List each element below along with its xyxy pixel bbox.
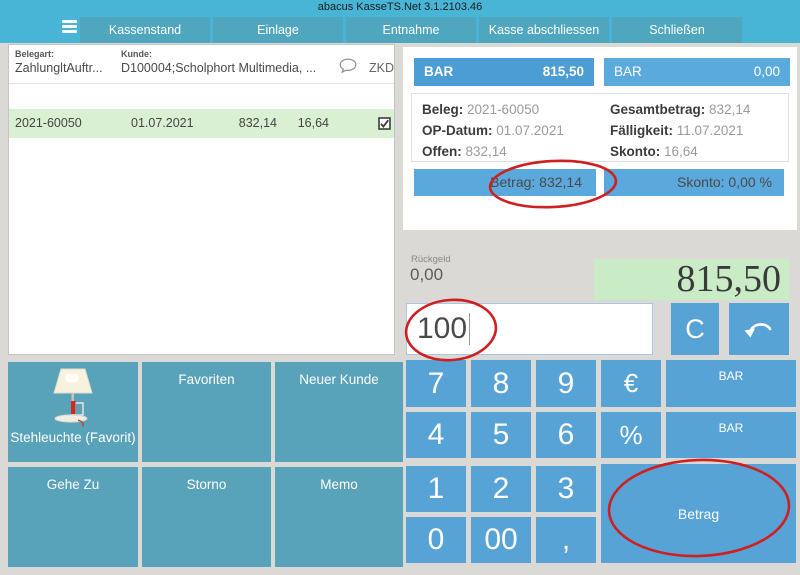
comment-bubble-icon[interactable] xyxy=(339,58,357,79)
menu-button-kassenstand[interactable]: Kassenstand xyxy=(80,17,210,43)
info-op-datum: OP-Datum: 01.07.2021 xyxy=(422,120,564,141)
shortcut-stehleuchte-button[interactable]: Stehleuchte (Favorit) xyxy=(8,362,138,462)
kunde-value: D100004;Scholphort Multimedia, ... xyxy=(121,61,316,75)
numpad-key-6[interactable]: 6 xyxy=(536,412,596,458)
shortcut-neuer-kunde-button[interactable]: Neuer Kunde xyxy=(275,362,403,462)
bar-payment-button-bottom[interactable]: BAR xyxy=(666,412,796,458)
menu-button-entnahme[interactable]: Entnahme xyxy=(346,17,476,43)
document-row[interactable]: 2021-60050 01.07.2021 832,14 16,64 xyxy=(9,109,394,138)
numpad-key-5[interactable]: 5 xyxy=(471,412,531,458)
text-cursor xyxy=(469,313,470,345)
menu-button-kasse-abschliessen[interactable]: Kasse abschliessen xyxy=(479,17,609,43)
pos-app-window: abacus KasseTS.Net 3.1.2103.46 Kassensta… xyxy=(0,0,800,575)
numpad-key-3[interactable]: 3 xyxy=(536,466,596,512)
row-beleg: 2021-60050 xyxy=(15,116,82,130)
info-label: Gesamtbetrag: xyxy=(610,102,705,117)
shortcut-label: Neuer Kunde xyxy=(275,362,403,387)
numpad-key-comma[interactable]: , xyxy=(536,517,596,563)
row-datum: 01.07.2021 xyxy=(131,116,194,130)
shortcut-label: Stehleuchte (Favorit) xyxy=(8,430,138,445)
belegart-label: Belegart: xyxy=(15,49,54,59)
tab-amount: 0,00 xyxy=(754,64,780,79)
betrag-bar[interactable]: Betrag: 832,14 xyxy=(414,169,596,196)
info-value: 832,14 xyxy=(709,102,750,117)
shortcut-favoriten-button[interactable]: Favoriten xyxy=(142,362,271,462)
rueckgeld-label: Rückgeld xyxy=(411,254,451,265)
payment-tab-bar-active[interactable]: BAR 815,50 xyxy=(414,58,594,86)
numpad-key-0[interactable]: 0 xyxy=(406,517,466,563)
window-title: abacus KasseTS.Net 3.1.2103.46 xyxy=(0,0,800,15)
numpad-key-8[interactable]: 8 xyxy=(471,360,531,407)
amount-due-display: 815,50 xyxy=(594,259,789,300)
belegart-value: ZahlungltAuftr... xyxy=(15,61,103,75)
undo-button[interactable] xyxy=(729,303,789,355)
row-checkbox-icon[interactable] xyxy=(378,117,391,133)
menu-button-einlage[interactable]: Einlage xyxy=(213,17,343,43)
info-label: OP-Datum: xyxy=(422,123,493,138)
shortcut-label: Storno xyxy=(142,467,271,492)
skonto-bar[interactable]: Skonto: 0,00 % xyxy=(604,169,784,196)
shortcut-label: Memo xyxy=(275,467,403,492)
info-value: 01.07.2021 xyxy=(496,123,564,138)
info-label: Beleg: xyxy=(422,102,463,117)
kunde-label: Kunde: xyxy=(121,49,152,59)
tab-amount: 815,50 xyxy=(543,64,584,79)
shortcut-storno-button[interactable]: Storno xyxy=(142,467,271,567)
row-skonto: 16,64 xyxy=(293,116,329,130)
info-value: 2021-60050 xyxy=(467,102,539,117)
numpad-key-2[interactable]: 2 xyxy=(471,466,531,512)
row-betrag: 832,14 xyxy=(237,116,277,130)
numpad-key-1[interactable]: 1 xyxy=(406,466,466,512)
info-skonto: Skonto: 16,64 xyxy=(610,141,750,162)
shortcut-label: Favoriten xyxy=(142,362,271,387)
info-label: Skonto: xyxy=(610,144,660,159)
shortcut-gehe-zu-button[interactable]: Gehe Zu xyxy=(8,467,138,567)
numpad-key-00[interactable]: 00 xyxy=(471,517,531,563)
lamp-image-icon xyxy=(47,367,99,427)
numpad-key-4[interactable]: 4 xyxy=(406,412,466,458)
info-faelligkeit: Fälligkeit: 11.07.2021 xyxy=(610,120,750,141)
bar-payment-button-top[interactable]: BAR xyxy=(666,360,796,407)
payment-card: BAR 815,50 BAR 0,00 Beleg: 2021-60050 OP… xyxy=(403,47,797,230)
zkd-badge: ZKD xyxy=(369,61,394,75)
amount-input-value: 100 xyxy=(417,312,467,346)
list-separator xyxy=(9,83,394,84)
menu-button-schliessen[interactable]: Schließen xyxy=(612,17,742,43)
numpad-key-euro[interactable]: € xyxy=(601,360,661,407)
info-label: Fälligkeit: xyxy=(610,123,673,138)
document-list-panel: Belegart: ZahlungltAuftr... Kunde: D1000… xyxy=(8,44,395,355)
numpad-key-9[interactable]: 9 xyxy=(536,360,596,407)
clear-button[interactable]: C xyxy=(671,303,719,355)
undo-arrow-icon xyxy=(743,316,775,342)
shortcut-label: Gehe Zu xyxy=(8,467,138,492)
info-offen: Offen: 832,14 xyxy=(422,141,564,162)
info-label: Offen: xyxy=(422,144,462,159)
info-beleg: Beleg: 2021-60050 xyxy=(422,99,564,120)
shortcut-memo-button[interactable]: Memo xyxy=(275,467,403,567)
info-gesamtbetrag: Gesamtbetrag: 832,14 xyxy=(610,99,750,120)
numpad-key-percent[interactable]: % xyxy=(601,412,661,458)
hamburger-menu-icon[interactable] xyxy=(62,20,77,34)
info-value: 832,14 xyxy=(466,144,507,159)
amount-input[interactable]: 100 xyxy=(406,303,653,355)
info-value: 16,64 xyxy=(664,144,698,159)
info-value: 11.07.2021 xyxy=(677,123,744,138)
tab-label: BAR xyxy=(424,64,453,79)
tab-label: BAR xyxy=(614,64,642,79)
payment-tab-bar-idle[interactable]: BAR 0,00 xyxy=(604,58,790,86)
betrag-button[interactable]: Betrag xyxy=(601,464,796,563)
invoice-info-box: Beleg: 2021-60050 OP-Datum: 01.07.2021 O… xyxy=(411,93,789,162)
header-bar: abacus KasseTS.Net 3.1.2103.46 Kassensta… xyxy=(0,0,800,43)
numpad-key-7[interactable]: 7 xyxy=(406,360,466,407)
rueckgeld-value: 0,00 xyxy=(410,265,443,285)
